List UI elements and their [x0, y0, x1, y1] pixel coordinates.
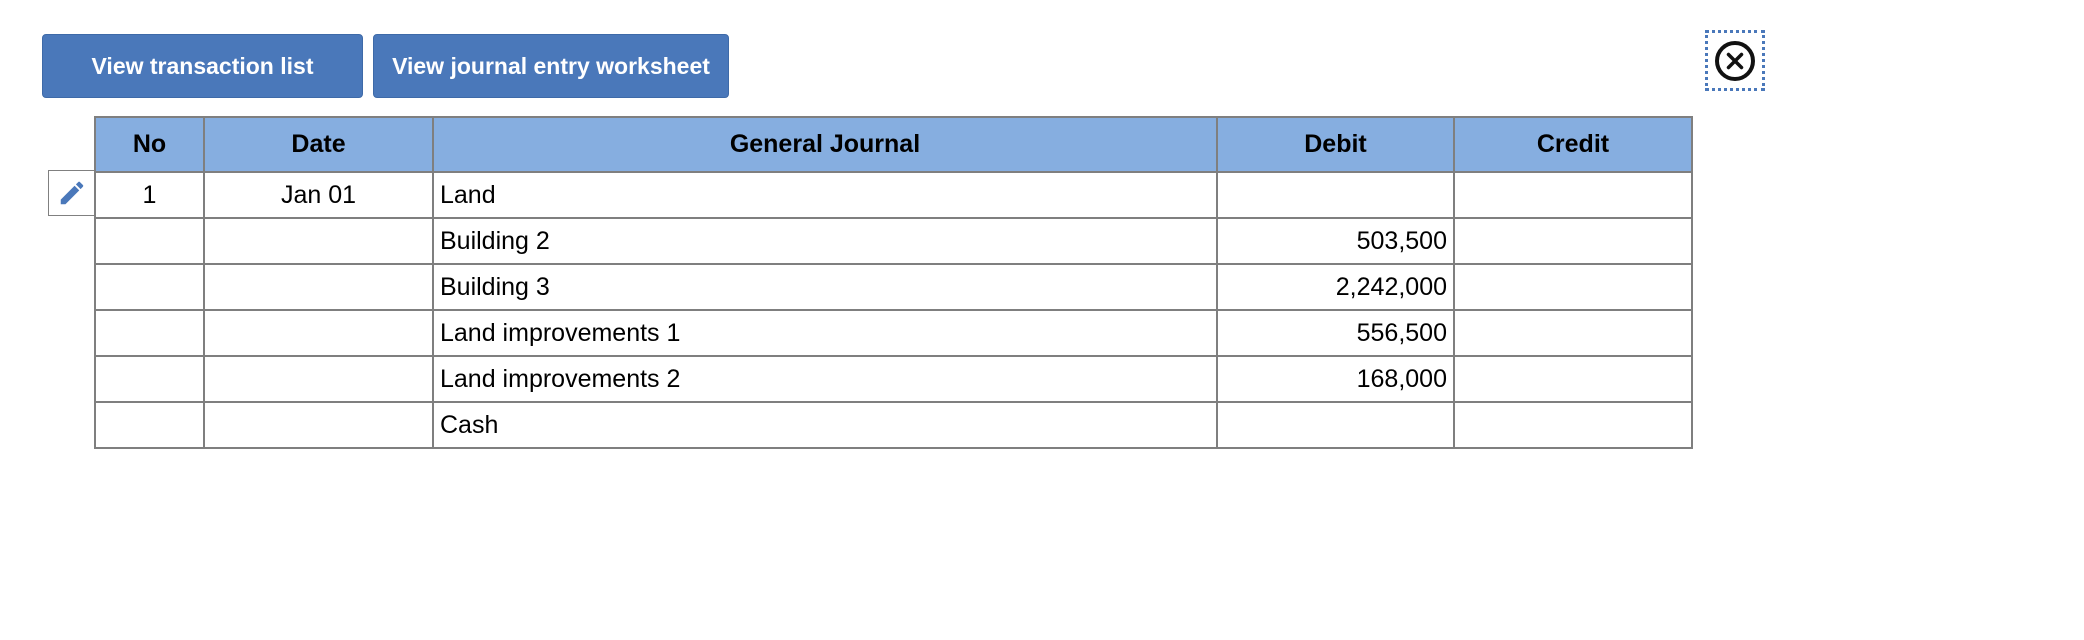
cell-debit: 2,242,000 — [1216, 263, 1455, 311]
cell-date — [203, 309, 434, 357]
cell-debit: 556,500 — [1216, 309, 1455, 357]
cell-credit — [1453, 355, 1693, 403]
cell-no — [94, 355, 205, 403]
cell-account: Cash — [432, 401, 1218, 449]
cell-date — [203, 217, 434, 265]
table-row: Building 2 503,500 — [94, 217, 1693, 265]
cell-debit — [1216, 401, 1455, 449]
close-button[interactable] — [1705, 30, 1765, 91]
column-header-debit: Debit — [1216, 116, 1455, 173]
column-header-no: No — [94, 116, 205, 173]
column-header-credit: Credit — [1453, 116, 1693, 173]
cell-date — [203, 355, 434, 403]
table-row: Land improvements 1 556,500 — [94, 309, 1693, 357]
pencil-icon — [57, 178, 87, 208]
cell-no — [94, 309, 205, 357]
cell-date — [203, 401, 434, 449]
close-circle-icon — [1713, 39, 1757, 83]
cell-no — [94, 217, 205, 265]
cell-account: Building 3 — [432, 263, 1218, 311]
cell-account: Building 2 — [432, 217, 1218, 265]
cell-credit — [1453, 309, 1693, 357]
column-header-date: Date — [203, 116, 434, 173]
general-journal-table: No Date General Journal Debit Credit 1 J… — [94, 116, 1693, 449]
edit-entry-button[interactable] — [48, 170, 95, 216]
cell-no — [94, 401, 205, 449]
table-row: Land improvements 2 168,000 — [94, 355, 1693, 403]
cell-account: Land improvements 2 — [432, 355, 1218, 403]
cell-credit — [1453, 217, 1693, 265]
cell-credit — [1453, 171, 1693, 219]
cell-date: Jan 01 — [203, 171, 434, 219]
cell-date — [203, 263, 434, 311]
column-header-general-journal: General Journal — [432, 116, 1218, 173]
cell-debit: 503,500 — [1216, 217, 1455, 265]
cell-account: Land improvements 1 — [432, 309, 1218, 357]
view-transaction-list-button[interactable]: View transaction list — [42, 34, 363, 98]
cell-debit: 168,000 — [1216, 355, 1455, 403]
cell-no: 1 — [94, 171, 205, 219]
table-row: Building 3 2,242,000 — [94, 263, 1693, 311]
cell-credit — [1453, 263, 1693, 311]
cell-credit — [1453, 401, 1693, 449]
cell-debit — [1216, 171, 1455, 219]
view-journal-entry-worksheet-button[interactable]: View journal entry worksheet — [373, 34, 729, 98]
table-row: 1 Jan 01 Land — [94, 171, 1693, 219]
cell-account: Land — [432, 171, 1218, 219]
table-header-row: No Date General Journal Debit Credit — [94, 116, 1693, 173]
table-row: Cash — [94, 401, 1693, 449]
cell-no — [94, 263, 205, 311]
